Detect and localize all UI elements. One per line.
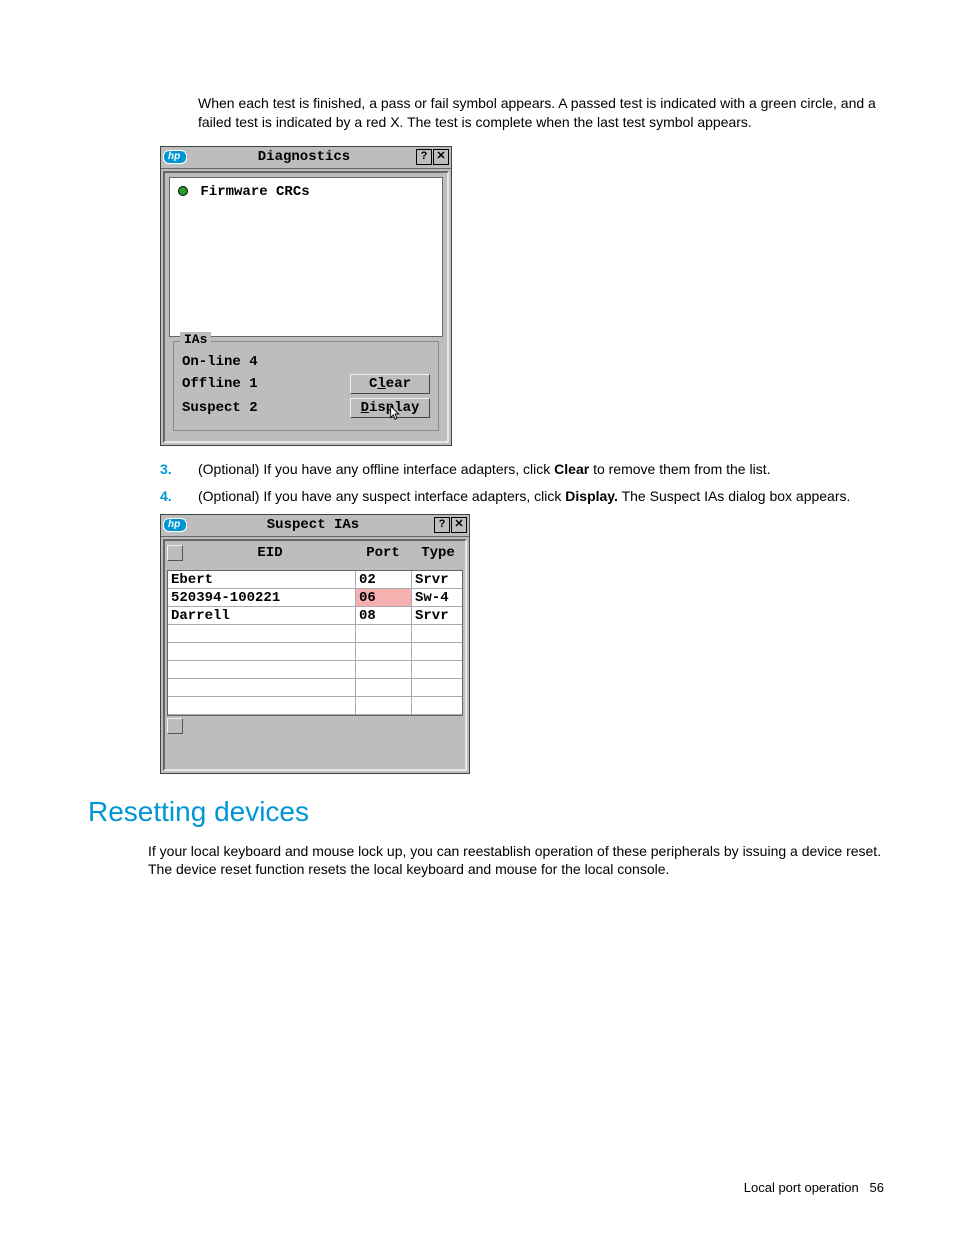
diagnostics-titlebar: Diagnostics ? ✕ — [161, 147, 451, 169]
suspect-table-header: EID Port Type — [165, 541, 465, 570]
close-button[interactable]: ✕ — [433, 149, 449, 165]
suspect-table: Ebert02Srvr520394-10022106Sw-4Darrell08S… — [167, 570, 463, 716]
display-button[interactable]: Display — [350, 398, 430, 418]
suspect-ias-dialog: Suspect IAs ? ✕ EID Port Type Ebert02Srv… — [160, 514, 470, 774]
scroll-down-button[interactable] — [167, 718, 183, 734]
resetting-devices-paragraph: If your local keyboard and mouse lock up… — [148, 842, 890, 880]
cell-port — [356, 679, 412, 696]
cell-type — [412, 643, 462, 660]
table-row[interactable]: 520394-10022106Sw-4 — [168, 589, 462, 607]
cell-port — [356, 625, 412, 642]
cell-eid — [168, 697, 356, 714]
help-button[interactable]: ? — [434, 517, 450, 533]
suspect-titlebar: Suspect IAs ? ✕ — [161, 515, 469, 537]
cell-eid — [168, 625, 356, 642]
pass-indicator-icon — [178, 186, 188, 196]
cell-eid: Ebert — [168, 571, 356, 588]
cell-port: 08 — [356, 607, 412, 624]
cell-port: 06 — [356, 589, 412, 606]
cell-type: Srvr — [412, 607, 462, 624]
step-3: 3. (Optional) If you have any offline in… — [160, 460, 890, 479]
table-row[interactable]: Darrell08Srvr — [168, 607, 462, 625]
cell-port — [356, 661, 412, 678]
cell-eid — [168, 679, 356, 696]
table-row[interactable] — [168, 643, 462, 661]
cell-type — [412, 625, 462, 642]
ias-legend: IAs — [180, 332, 211, 347]
cell-type — [412, 697, 462, 714]
cell-type — [412, 661, 462, 678]
table-row[interactable] — [168, 697, 462, 715]
cell-port — [356, 697, 412, 714]
cell-type: Srvr — [412, 571, 462, 588]
cell-port: 02 — [356, 571, 412, 588]
hp-logo-icon — [163, 518, 187, 532]
scroll-up-button[interactable] — [167, 545, 183, 561]
hp-logo-icon — [163, 150, 187, 164]
table-row[interactable] — [168, 679, 462, 697]
table-row[interactable]: Ebert02Srvr — [168, 571, 462, 589]
diagnostics-title: Diagnostics — [193, 149, 415, 165]
intro-paragraph: When each test is finished, a pass or fa… — [198, 94, 890, 132]
diagnostics-dialog: Diagnostics ? ✕ Firmware CRCs IAs On-lin… — [160, 146, 452, 446]
cell-type — [412, 679, 462, 696]
cell-type: Sw-4 — [412, 589, 462, 606]
clear-button[interactable]: Clear — [350, 374, 430, 394]
ias-group: IAs On-line 4 Offline 1 Clear — [173, 341, 439, 431]
ias-offline-stat: Offline 1 — [182, 376, 258, 392]
cell-eid — [168, 643, 356, 660]
suspect-title: Suspect IAs — [193, 517, 433, 533]
col-type-header: Type — [411, 545, 465, 566]
close-button[interactable]: ✕ — [451, 517, 467, 533]
step-4: 4. (Optional) If you have any suspect in… — [160, 487, 890, 506]
step-number: 3. — [160, 460, 198, 479]
table-row[interactable] — [168, 625, 462, 643]
test-results-list: Firmware CRCs — [169, 177, 443, 337]
col-port-header: Port — [355, 545, 411, 566]
help-button[interactable]: ? — [416, 149, 432, 165]
step-text: (Optional) If you have any suspect inter… — [198, 487, 890, 506]
ias-online-stat: On-line 4 — [182, 354, 258, 370]
col-eid-header: EID — [185, 545, 355, 566]
cell-eid: Darrell — [168, 607, 356, 624]
cell-port — [356, 643, 412, 660]
table-row[interactable] — [168, 661, 462, 679]
cell-eid — [168, 661, 356, 678]
page-footer: Local port operation 56 — [744, 1180, 884, 1195]
step-text: (Optional) If you have any offline inter… — [198, 460, 890, 479]
cell-eid: 520394-100221 — [168, 589, 356, 606]
step-number: 4. — [160, 487, 198, 506]
resetting-devices-heading: Resetting devices — [88, 796, 890, 828]
ias-suspect-stat: Suspect 2 — [182, 400, 258, 416]
test-name: Firmware CRCs — [200, 184, 309, 200]
